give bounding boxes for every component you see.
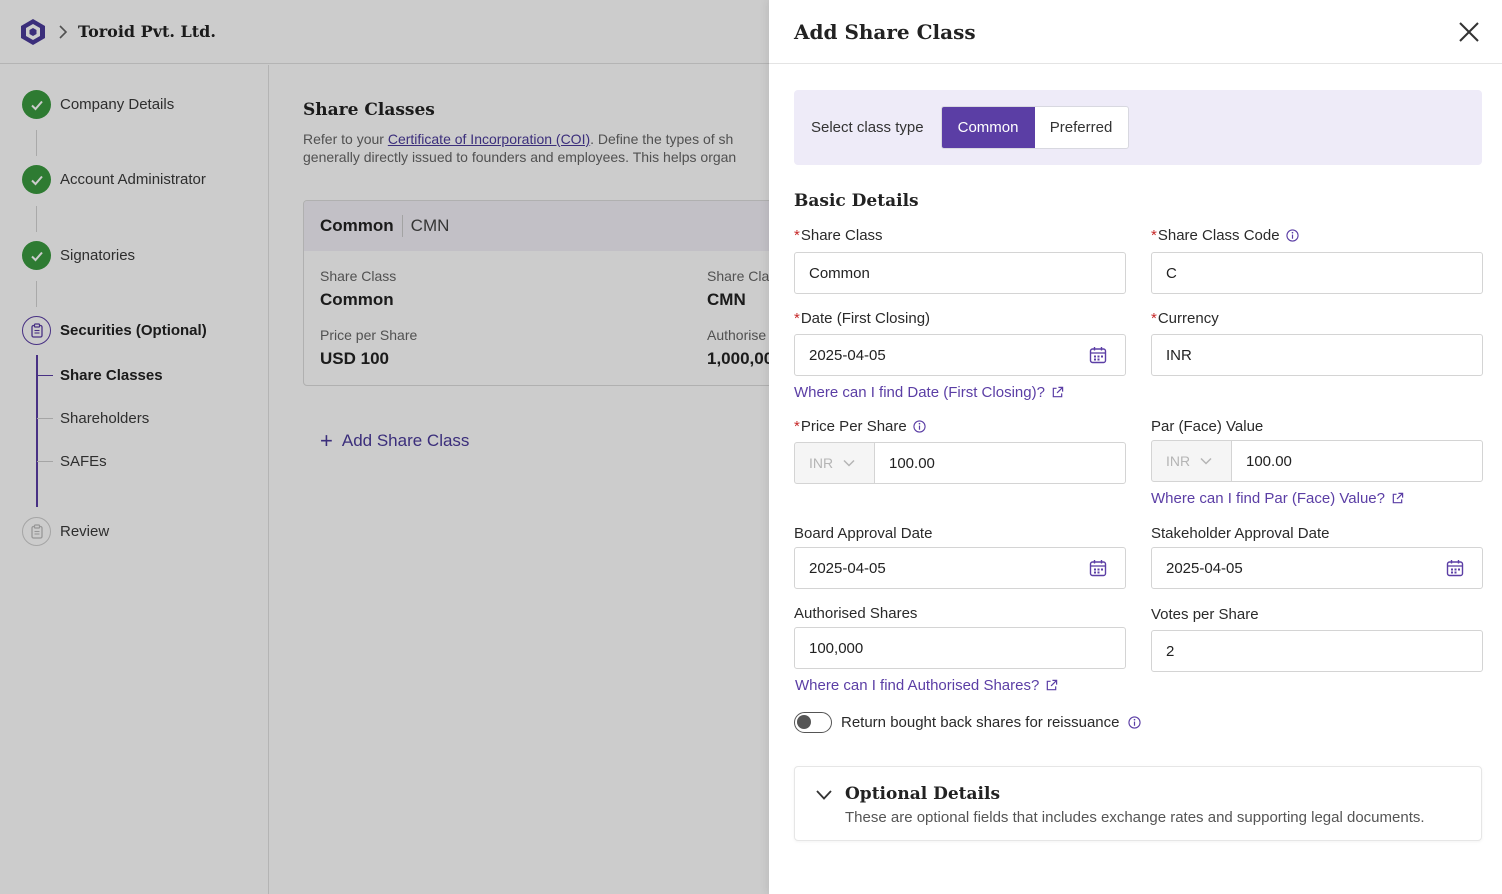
reissuance-toggle-row: Return bought back shares for reissuance [794, 712, 1141, 733]
par-value-field: Par (Face) Value INR 100.00 [1151, 418, 1483, 482]
class-type-label: Select class type [811, 119, 924, 136]
info-icon[interactable] [1127, 716, 1141, 729]
toggle-label: Return bought back shares for reissuance [841, 714, 1120, 731]
calendar-icon[interactable] [1089, 346, 1107, 364]
optional-details-title: Optional Details [845, 784, 1001, 804]
help-text: Where can I find Authorised Shares? [795, 677, 1040, 694]
price-per-share-field: * Price Per Share INR 100.00 [794, 418, 1126, 484]
currency-field: * Currency INR [1151, 310, 1483, 376]
class-type-preferred-button[interactable]: Preferred [1035, 107, 1128, 148]
required-mark: * [794, 227, 800, 244]
field-label: * Share Class Code [1151, 227, 1483, 244]
label-text: Price Per Share [800, 418, 907, 435]
class-type-segmented-control: Common Preferred [940, 106, 1129, 149]
close-icon[interactable] [1456, 19, 1482, 45]
chevron-down-icon [816, 790, 832, 800]
share-class-code-input[interactable]: C [1151, 252, 1483, 294]
label-text: Stakeholder Approval Date [1151, 525, 1330, 542]
field-label: * Date (First Closing) [794, 310, 1126, 327]
drawer-title: Add Share Class [794, 19, 976, 44]
info-icon[interactable] [913, 420, 926, 433]
field-label: Stakeholder Approval Date [1151, 525, 1483, 542]
class-type-common-button[interactable]: Common [941, 107, 1035, 148]
date-first-closing-field: * Date (First Closing) 2025-04-05 [794, 310, 1126, 376]
label-text: Share Class Code [1157, 227, 1280, 244]
required-mark: * [794, 310, 800, 327]
share-class-field: * Share Class Common [794, 227, 1126, 294]
par-value-input[interactable]: 100.00 [1231, 440, 1483, 482]
input-value: 2025-04-05 [1166, 559, 1243, 577]
help-text: Where can I find Par (Face) Value? [1151, 490, 1385, 507]
help-link-authorised-shares[interactable]: Where can I find Authorised Shares? [795, 677, 1058, 694]
stakeholder-approval-date-input[interactable]: 2025-04-05 [1151, 547, 1483, 589]
share-class-input[interactable]: Common [794, 252, 1126, 294]
label-text: Date (First Closing) [800, 310, 931, 327]
basic-details-heading: Basic Details [794, 191, 919, 211]
authorised-shares-field: Authorised Shares 100,000 [794, 605, 1126, 669]
par-currency-select[interactable]: INR [1151, 440, 1232, 482]
help-link-par-value[interactable]: Where can I find Par (Face) Value? [1151, 490, 1404, 507]
help-text: Where can I find Date (First Closing)? [794, 384, 1045, 401]
label-text: Par (Face) Value [1151, 418, 1264, 435]
label-text: Board Approval Date [794, 525, 933, 542]
required-mark: * [1151, 227, 1157, 244]
label-text: Votes per Share [1151, 606, 1259, 623]
share-class-code-field: * Share Class Code C [1151, 227, 1483, 294]
class-type-selector: Select class type Common Preferred [794, 90, 1482, 165]
external-link-icon [1047, 679, 1058, 691]
stakeholder-approval-date-field: Stakeholder Approval Date 2025-04-05 [1151, 525, 1483, 589]
toggle-knob [797, 715, 811, 729]
votes-per-share-input[interactable]: 2 [1151, 630, 1483, 672]
board-approval-date-input[interactable]: 2025-04-05 [794, 547, 1126, 589]
votes-per-share-field: Votes per Share 2 [1151, 606, 1483, 672]
calendar-icon[interactable] [1446, 559, 1464, 577]
drawer-header: Add Share Class [769, 0, 1502, 64]
price-currency-select[interactable]: INR [794, 442, 875, 484]
field-label: Votes per Share [1151, 606, 1483, 623]
label-text: Currency [1157, 310, 1219, 327]
field-label: Par (Face) Value [1151, 418, 1483, 435]
field-label: Authorised Shares [794, 605, 1126, 622]
required-mark: * [1151, 310, 1157, 327]
info-icon[interactable] [1285, 229, 1299, 242]
optional-details-accordion[interactable]: Optional Details These are optional fiel… [794, 766, 1482, 841]
add-share-class-drawer: Add Share Class Select class type Common… [769, 0, 1502, 894]
field-label: * Currency [1151, 310, 1483, 327]
external-link-icon [1052, 386, 1064, 398]
required-mark: * [794, 418, 800, 435]
input-value: 2025-04-05 [809, 559, 886, 577]
field-label: Board Approval Date [794, 525, 1126, 542]
chevron-down-icon [843, 459, 855, 467]
price-per-share-input[interactable]: 100.00 [874, 442, 1126, 484]
chevron-down-icon [1200, 457, 1212, 465]
select-value: INR [809, 455, 834, 471]
authorised-shares-input[interactable]: 100,000 [794, 627, 1126, 669]
currency-input[interactable]: INR [1151, 334, 1483, 376]
help-link-date-first-closing[interactable]: Where can I find Date (First Closing)? [794, 384, 1064, 401]
board-approval-date-field: Board Approval Date 2025-04-05 [794, 525, 1126, 589]
label-text: Authorised Shares [794, 605, 918, 622]
field-label: * Price Per Share [794, 418, 1126, 435]
calendar-icon[interactable] [1089, 559, 1107, 577]
field-label: * Share Class [794, 227, 1126, 244]
label-text: Share Class [800, 227, 883, 244]
external-link-icon [1392, 492, 1404, 504]
date-first-closing-input[interactable]: 2025-04-05 [794, 334, 1126, 376]
input-value: 2025-04-05 [809, 346, 886, 364]
reissuance-toggle[interactable] [794, 712, 832, 733]
optional-details-description: These are optional fields that includes … [845, 809, 1425, 826]
select-value: INR [1166, 453, 1191, 469]
